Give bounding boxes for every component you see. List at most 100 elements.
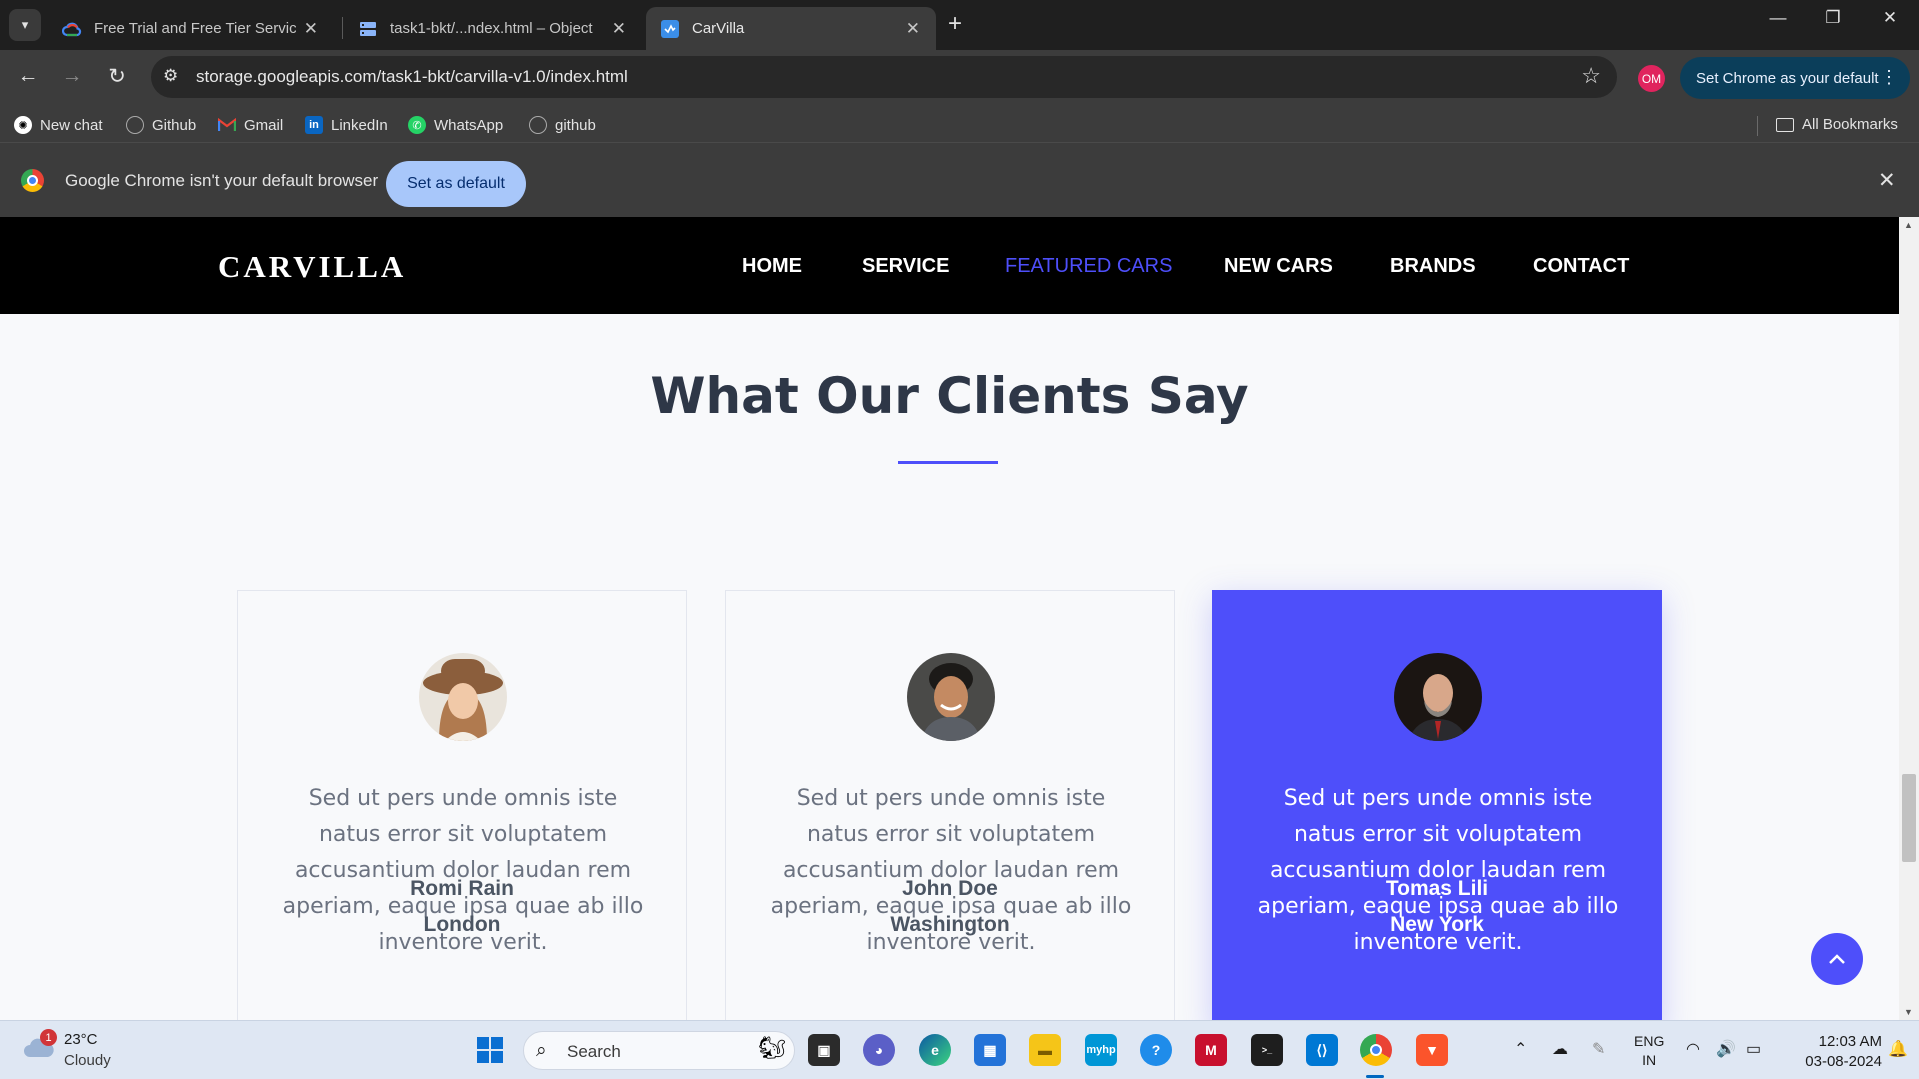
close-window-icon[interactable]: ✕	[1870, 8, 1910, 28]
nav-service[interactable]: SERVICE	[862, 255, 949, 278]
weather-temp: 23°C	[64, 1031, 98, 1048]
testimonial-card-highlighted: Sed ut pers unde omnis iste natus error …	[1212, 590, 1662, 1020]
client-name: John Doe	[902, 877, 998, 900]
nav-home[interactable]: HOME	[742, 255, 802, 278]
task-view-icon[interactable]: ▣	[808, 1034, 840, 1066]
brave-icon[interactable]: ▼	[1416, 1034, 1448, 1066]
github-icon	[529, 116, 547, 134]
restore-icon[interactable]: ❐	[1813, 8, 1853, 28]
bookmark-gmail[interactable]: Gmail	[218, 116, 283, 134]
openai-icon: ✺	[14, 116, 32, 134]
scroll-down-arrow-icon[interactable]: ▼	[1904, 1007, 1913, 1017]
storage-bucket-icon	[358, 19, 378, 39]
tab-search-button[interactable]: ▾	[9, 9, 41, 41]
minimize-icon[interactable]: —	[1758, 8, 1798, 28]
default-browser-infobar: Google Chrome isn't your default browser…	[0, 142, 1919, 217]
bookmarks-bar: ✺ New chat Github Gmail in LinkedIn ✆ Wh…	[0, 108, 1919, 142]
reload-icon[interactable]: ↻	[101, 64, 133, 89]
client-avatar	[907, 653, 995, 741]
help-icon[interactable]: ?	[1140, 1034, 1172, 1066]
close-icon[interactable]: ✕	[612, 19, 626, 39]
bookmark-github[interactable]: Github	[126, 116, 196, 134]
tab-object[interactable]: task1-bkt/...ndex.html – Object ✕	[344, 7, 642, 50]
profile-avatar[interactable]: OM	[1638, 65, 1665, 92]
wifi-icon[interactable]: ◠	[1686, 1039, 1700, 1059]
language-indicator[interactable]: ENG IN	[1634, 1032, 1664, 1070]
chrome-logo-icon	[21, 169, 44, 192]
nav-featured-cars[interactable]: FEATURED CARS	[1005, 255, 1172, 278]
nav-brands[interactable]: BRANDS	[1390, 255, 1476, 278]
weather-badge: 1	[40, 1029, 57, 1046]
title-underline	[898, 461, 998, 464]
tab-strip: ▾ Free Trial and Free Tier Services ✕ ta…	[0, 0, 1919, 50]
pen-menu-icon[interactable]: ✎	[1592, 1039, 1605, 1059]
carvilla-icon	[660, 19, 680, 39]
github-icon	[126, 116, 144, 134]
site-info-icon[interactable]: ⚙	[163, 66, 178, 86]
teams-chat-icon[interactable]: ◕	[863, 1034, 895, 1066]
nav-contact[interactable]: CONTACT	[1533, 255, 1629, 278]
set-as-default-button[interactable]: Set as default	[386, 161, 526, 207]
bookmark-label: New chat	[40, 116, 103, 134]
date: 03-08-2024	[1805, 1053, 1882, 1070]
all-bookmarks[interactable]: All Bookmarks	[1776, 116, 1898, 133]
more-menu-icon[interactable]: ⋮	[1880, 67, 1898, 88]
scrollbar-thumb[interactable]	[1902, 774, 1916, 862]
bookmark-whatsapp[interactable]: ✆ WhatsApp	[408, 116, 503, 134]
bookmark-linkedin[interactable]: in LinkedIn	[305, 116, 388, 134]
windows-taskbar: 1 23°C Cloudy ⌕ Search 🐿 ▣ ◕ e ▦ ▬ myhp …	[0, 1020, 1919, 1079]
search-placeholder: Search	[567, 1042, 621, 1061]
scroll-to-top-button[interactable]	[1811, 933, 1863, 985]
close-icon[interactable]: ✕	[304, 19, 318, 39]
set-chrome-default-chip[interactable]: Set Chrome as your default ⋮	[1680, 57, 1910, 99]
taskbar-search[interactable]: ⌕ Search 🐿	[523, 1031, 795, 1070]
page-viewport: CARVILLA HOME SERVICE FEATURED CARS NEW …	[0, 217, 1919, 1020]
file-explorer-icon[interactable]: ▬	[1029, 1034, 1061, 1066]
microsoft-store-icon[interactable]: ▦	[974, 1034, 1006, 1066]
vscode-icon[interactable]: ⟨⟩	[1306, 1034, 1338, 1066]
lang-region: IN	[1642, 1052, 1657, 1068]
clock[interactable]: 12:03 AM 03-08-2024	[1786, 1032, 1882, 1072]
close-icon[interactable]: ✕	[906, 19, 920, 39]
tab-separator	[342, 17, 343, 39]
battery-icon[interactable]: ▭	[1746, 1039, 1761, 1059]
back-icon[interactable]: ←	[12, 64, 44, 88]
onedrive-icon[interactable]: ☁	[1552, 1039, 1568, 1059]
lang-code: ENG	[1634, 1033, 1665, 1049]
new-tab-icon[interactable]: +	[948, 10, 962, 38]
windows-start-icon[interactable]	[474, 1034, 506, 1066]
time: 12:03 AM	[1818, 1033, 1882, 1050]
notification-bell-icon[interactable]: 🔔	[1888, 1039, 1908, 1059]
terminal-icon[interactable]: >_	[1251, 1034, 1283, 1066]
chrome-icon[interactable]	[1360, 1034, 1392, 1066]
close-icon[interactable]: ✕	[1878, 168, 1896, 193]
chevron-up-icon	[1829, 954, 1845, 964]
tab-carvilla[interactable]: CarVilla ✕	[646, 7, 936, 50]
tab-title: task1-bkt/...ndex.html – Object	[390, 20, 593, 37]
bookmark-label: Github	[152, 116, 197, 134]
bookmark-github-2[interactable]: github	[529, 116, 596, 134]
url-text[interactable]: storage.googleapis.com/task1-bkt/carvill…	[196, 67, 628, 87]
address-bar[interactable]: ⚙ storage.googleapis.com/task1-bkt/carvi…	[151, 56, 1617, 98]
myhp-icon[interactable]: myhp	[1085, 1034, 1117, 1066]
testimonial-card: Sed ut pers unde omnis iste natus error …	[237, 590, 687, 1020]
section-title: What Our Clients Say	[650, 367, 1249, 425]
mcafee-icon[interactable]: M	[1195, 1034, 1227, 1066]
bookmark-star-icon[interactable]: ☆	[1581, 63, 1601, 89]
bookmark-label: LinkedIn	[331, 116, 388, 134]
tab-free-trial[interactable]: Free Trial and Free Tier Services ✕	[48, 7, 334, 50]
linkedin-icon: in	[305, 116, 323, 134]
edge-icon[interactable]: e	[919, 1034, 951, 1066]
page-scrollbar[interactable]: ▲ ▼	[1899, 217, 1919, 1020]
bookmark-new-chat[interactable]: ✺ New chat	[14, 116, 103, 134]
forward-icon[interactable]: →	[56, 64, 88, 88]
volume-icon[interactable]: 🔊	[1716, 1039, 1736, 1059]
infobar-message: Google Chrome isn't your default browser	[65, 171, 379, 190]
client-avatar	[419, 653, 507, 741]
nav-new-cars[interactable]: NEW CARS	[1224, 255, 1333, 278]
weather-desc: Cloudy	[64, 1052, 111, 1069]
client-city: London	[423, 913, 501, 936]
site-logo[interactable]: CARVILLA	[218, 249, 406, 285]
scroll-up-arrow-icon[interactable]: ▲	[1904, 220, 1913, 230]
chevron-up-icon[interactable]: ⌃	[1514, 1039, 1527, 1059]
